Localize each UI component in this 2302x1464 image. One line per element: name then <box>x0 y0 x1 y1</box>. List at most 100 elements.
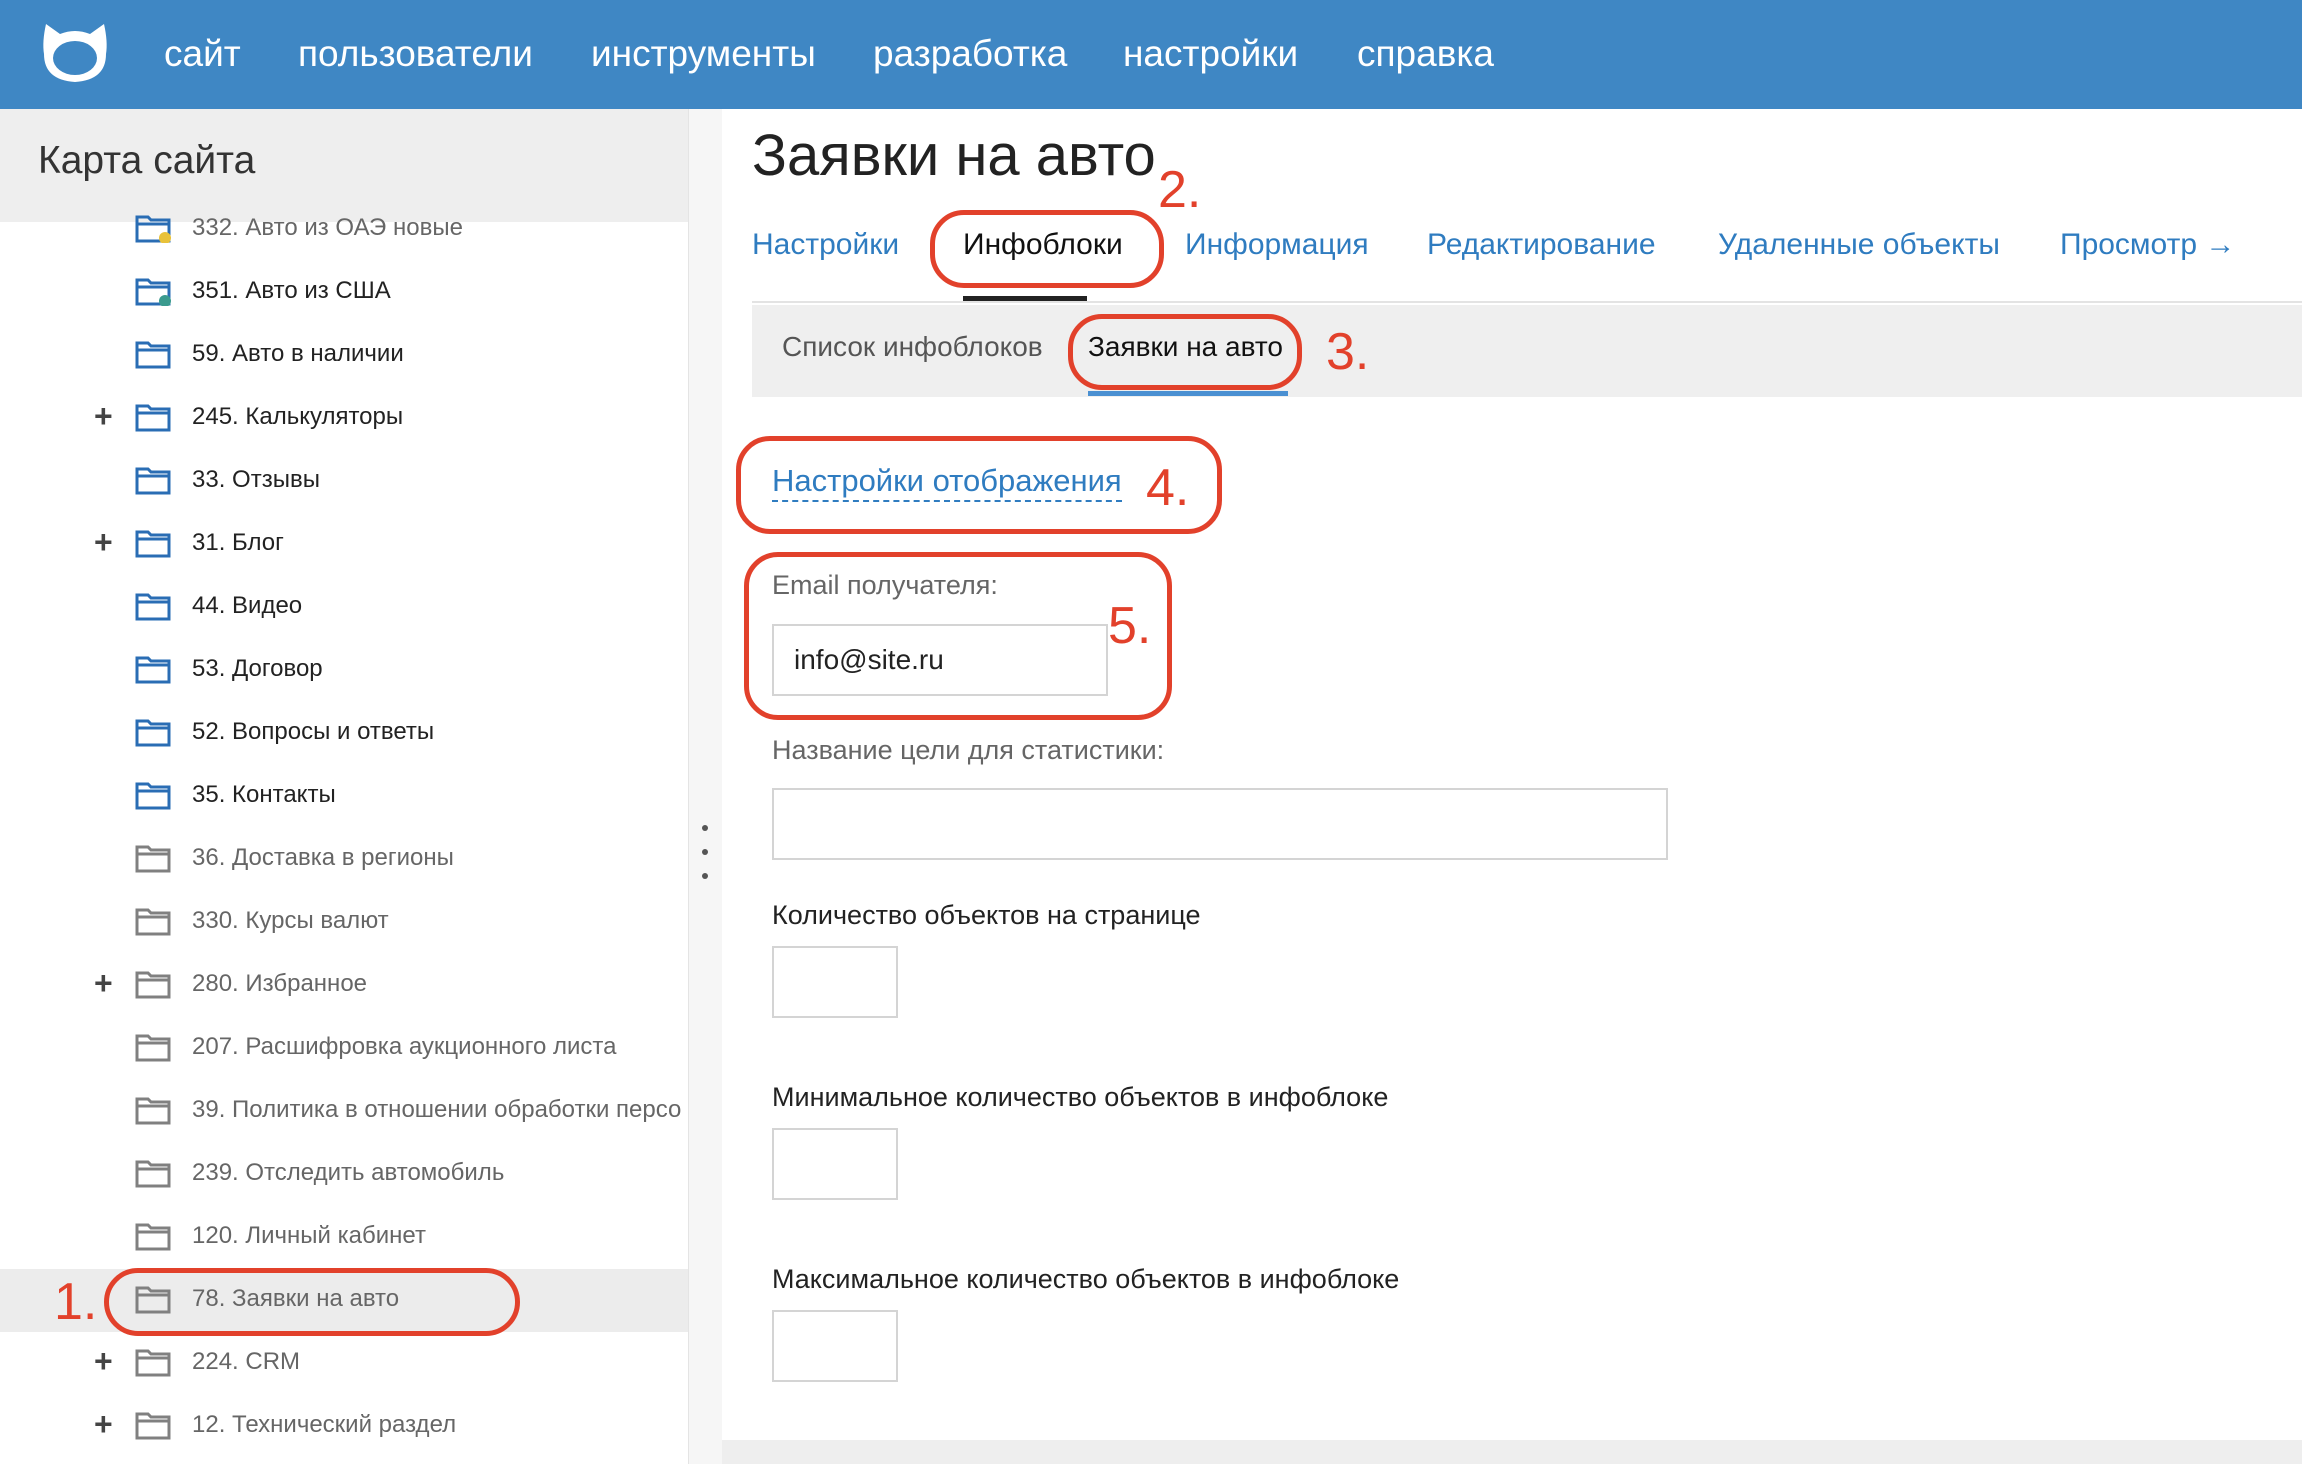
tab-settings[interactable]: Настройки <box>752 228 899 262</box>
per-page-label: Количество объектов на странице <box>772 900 1201 930</box>
sidebar-tree-item[interactable]: 59. Авто в наличии <box>0 324 688 387</box>
sidebar-tree-item-label: 332. Авто из ОАЭ новые <box>192 214 463 241</box>
email-label: Email получателя: <box>772 570 998 600</box>
sidebar-tree-item-label: 351. Авто из США <box>192 277 391 304</box>
folder-icon <box>135 215 171 243</box>
sidebar-tree-item[interactable]: 36. Доставка в регионы <box>0 828 688 891</box>
folder-icon <box>135 719 171 747</box>
expand-plus-icon[interactable]: + <box>94 967 113 999</box>
sidebar-tree-item-label: 120. Личный кабинет <box>192 1222 426 1249</box>
sidebar-tree-item-label: 330. Курсы валют <box>192 907 389 934</box>
goal-name-field[interactable] <box>772 788 1668 860</box>
sidebar-resize-handle[interactable] <box>688 109 722 1464</box>
email-field[interactable] <box>772 624 1108 696</box>
folder-icon <box>135 593 171 621</box>
nav-development[interactable]: разработка <box>873 30 1067 78</box>
sidebar-tree-item-label: 36. Доставка в регионы <box>192 844 454 871</box>
folder-icon <box>135 971 171 999</box>
sidebar-tree-item[interactable]: 33. Отзывы <box>0 450 688 513</box>
tab-deleted-objects[interactable]: Удаленные объекты <box>1718 228 2000 262</box>
sidebar-tree-item[interactable]: 351. Авто из США <box>0 261 688 324</box>
tab-preview[interactable]: Просмотр → <box>2060 228 2235 262</box>
folder-icon <box>135 1223 171 1251</box>
sidebar-tree-item-label: 44. Видео <box>192 592 303 619</box>
sidebar-tree-item[interactable]: 332. Авто из ОАЭ новые <box>0 198 688 261</box>
sitemap-sidebar: Карта сайта 332. Авто из ОАЭ новые 351. А… <box>0 109 688 1464</box>
subtab-car-requests[interactable]: Заявки на авто <box>1088 331 1283 363</box>
expand-plus-icon[interactable]: + <box>94 526 113 558</box>
sidebar-tree-item[interactable]: 330. Курсы валют <box>0 891 688 954</box>
folder-icon <box>135 1034 171 1062</box>
tab-infoblocks[interactable]: Инфоблоки <box>963 228 1123 262</box>
max-objects-label: Максимальное количество объектов в инфоб… <box>772 1264 1400 1294</box>
nav-tools[interactable]: инструменты <box>591 30 816 78</box>
min-objects-field[interactable] <box>772 1128 898 1200</box>
sidebar-tree-item-label: 35. Контакты <box>192 781 336 808</box>
annotation-label-2: 2. <box>1158 161 1202 219</box>
form-footer-strip <box>722 1440 2302 1464</box>
sidebar-tree-item-label: 39. Политика в отношении обработки персо <box>192 1096 682 1123</box>
sidebar-tree-item[interactable]: 44. Видео <box>0 576 688 639</box>
sidebar-tree-item-label: 245. Калькуляторы <box>192 403 404 430</box>
folder-icon <box>135 1349 171 1377</box>
sidebar-tree-item[interactable]: 120. Личный кабинет <box>0 1206 688 1269</box>
sidebar-tree-item[interactable]: 78. Заявки на авто <box>0 1269 688 1332</box>
drag-dots-icon <box>702 825 710 881</box>
folder-icon <box>135 782 171 810</box>
nav-settings[interactable]: настройки <box>1123 30 1298 78</box>
sidebar-tree-item[interactable]: 39. Политика в отношении обработки персо <box>0 1080 688 1143</box>
annotation-label-3: 3. <box>1326 323 1370 381</box>
folder-icon <box>135 467 171 495</box>
sidebar-tree-item-label: 224. CRM <box>192 1348 301 1375</box>
folder-icon <box>135 1097 171 1125</box>
sidebar-tree-item-label: 53. Договор <box>192 655 323 682</box>
sidebar-tree-item[interactable]: +224. CRM <box>0 1332 688 1395</box>
per-page-field[interactable] <box>772 946 898 1018</box>
sidebar-tree-item[interactable]: +12. Технический раздел <box>0 1395 688 1458</box>
expand-plus-icon[interactable]: + <box>94 1345 113 1377</box>
max-objects-field[interactable] <box>772 1310 898 1382</box>
sidebar-tree-item[interactable]: 52. Вопросы и ответы <box>0 702 688 765</box>
sidebar-tree-item-label: 33. Отзывы <box>192 466 320 493</box>
annotation-label-4: 4. <box>1146 459 1190 517</box>
expand-plus-icon[interactable]: + <box>94 400 113 432</box>
sidebar-tree-item[interactable]: 207. Расшифровка аукционного листа <box>0 1017 688 1080</box>
folder-icon <box>135 530 171 558</box>
folder-icon <box>135 1412 171 1440</box>
folder-icon <box>135 656 171 684</box>
sidebar-tree-item-label: 78. Заявки на авто <box>192 1285 400 1312</box>
sidebar-tree-item-label: 59. Авто в наличии <box>192 340 404 367</box>
sidebar-title: Карта сайта <box>38 139 256 182</box>
display-settings-link[interactable]: Настройки отображения <box>772 462 1122 502</box>
min-objects-label: Минимальное количество объектов в инфобл… <box>772 1082 1389 1112</box>
tab-editing[interactable]: Редактирование <box>1427 228 1656 262</box>
nav-site[interactable]: сайт <box>164 30 241 78</box>
sidebar-tree-item-label: 52. Вопросы и ответы <box>192 718 435 745</box>
nav-users[interactable]: пользователи <box>298 30 533 78</box>
expand-plus-icon[interactable]: + <box>94 1408 113 1440</box>
folder-icon <box>135 404 171 432</box>
sidebar-tree-item[interactable]: +31. Блог <box>0 513 688 576</box>
goal-name-label: Название цели для статистики: <box>772 735 1165 765</box>
sidebar-tree-item-label: 280. Избранное <box>192 970 368 997</box>
sidebar-tree-item[interactable]: +280. Избранное <box>0 954 688 1017</box>
subtab-infoblock-list[interactable]: Список инфоблоков <box>782 331 1043 363</box>
folder-icon <box>135 341 171 369</box>
sidebar-tree-item[interactable]: 239. Отследить автомобиль <box>0 1143 688 1206</box>
sidebar-tree-item-label: 31. Блог <box>192 529 284 556</box>
tab-information[interactable]: Информация <box>1185 228 1369 262</box>
folder-icon <box>135 278 171 306</box>
annotation-label-5: 5. <box>1108 597 1152 655</box>
nav-help[interactable]: справка <box>1357 30 1494 78</box>
folder-icon <box>135 845 171 873</box>
folder-icon <box>135 1160 171 1188</box>
sidebar-tree-item-label: 12. Технический раздел <box>192 1411 457 1438</box>
sidebar-tree-item[interactable]: 35. Контакты <box>0 765 688 828</box>
top-navbar: сайт пользователи инструменты разработка… <box>0 0 2302 109</box>
active-subtab-indicator <box>1088 391 1288 396</box>
sidebar-tree-item[interactable]: 53. Договор <box>0 639 688 702</box>
tabs-divider <box>752 301 2302 303</box>
page-title: Заявки на авто <box>752 123 1156 188</box>
app-logo-icon[interactable] <box>38 18 112 90</box>
sidebar-tree-item[interactable]: +245. Калькуляторы <box>0 387 688 450</box>
